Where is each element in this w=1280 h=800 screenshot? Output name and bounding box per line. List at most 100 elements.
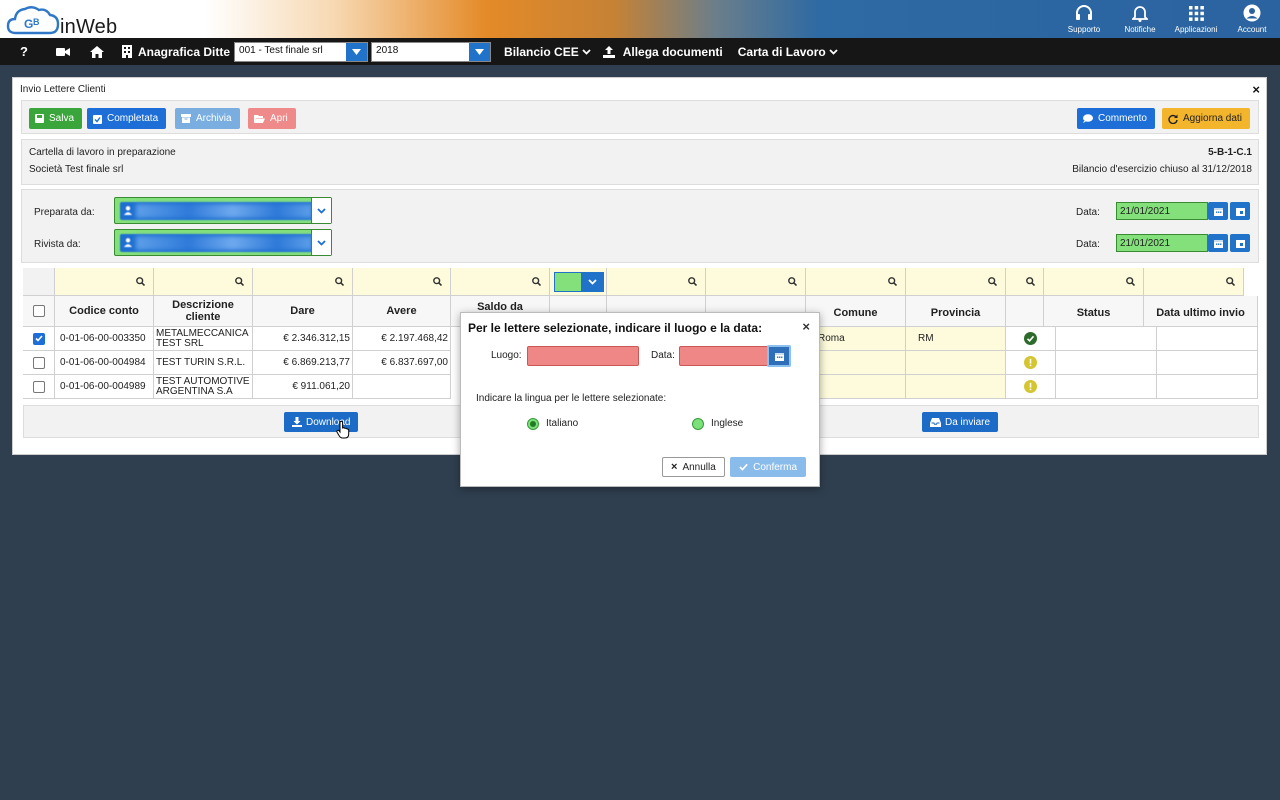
user-icon [124,206,132,215]
bilancio-menu[interactable]: Bilancio CEE [504,45,591,59]
search-icon [136,277,145,286]
header-actions: Supporto Notifiche Applicazioni Account [1056,0,1280,38]
filter-saldo[interactable] [451,268,550,296]
bilancio-label: Bilancio CEE [504,44,579,59]
app-header: G B inWeb Supporto Notifiche Applicazion… [0,0,1280,38]
apps-button[interactable]: Applicazioni [1168,0,1224,38]
radio-inglese[interactable] [692,418,704,430]
download-icon [292,417,302,427]
year-select[interactable]: 2018 [371,41,492,62]
prepared-date-input[interactable]: 21/01/2021 [1116,202,1208,220]
annulla-button[interactable]: × Annulla [662,457,725,477]
data-input[interactable] [679,346,771,366]
panel-close-icon[interactable]: × [1252,82,1260,97]
calendar-icon[interactable] [767,345,791,367]
filter-provincia[interactable] [906,268,1006,296]
calendar-today-icon[interactable] [1230,234,1250,252]
filter-cap[interactable] [706,268,806,296]
archivia-button[interactable]: Archivia [175,108,240,129]
reviewed-date-input[interactable]: 21/01/2021 [1116,234,1208,252]
warning-circle-icon [1024,356,1037,369]
filter-status[interactable] [1044,268,1144,296]
col-dare[interactable]: Dare [253,296,353,327]
filter-status-icon[interactable] [1006,268,1044,296]
video-button[interactable] [48,38,78,65]
cell-provincia [906,375,1006,399]
apri-button[interactable]: Apri [248,108,296,129]
completata-button[interactable]: Completata [87,108,167,129]
cell-dare: € 911.061,20 [253,375,353,399]
col-avere[interactable]: Avere [353,296,451,327]
col-provincia[interactable]: Provincia [906,296,1006,327]
luogo-input[interactable] [527,346,639,366]
conferma-label: Conferma [753,461,797,473]
chevron-down-icon[interactable] [346,42,368,61]
archivia-label: Archivia [196,113,232,124]
filter-descrizione[interactable] [154,268,253,296]
col-data-invio[interactable]: Data ultimo invio [1144,296,1258,327]
chevron-down-icon[interactable] [311,230,331,255]
filter-check[interactable] [550,268,607,296]
da-inviare-button[interactable]: Da inviare [922,412,999,432]
chevron-down-icon [582,48,591,55]
select-all-checkbox[interactable] [32,305,45,317]
filter-data-invio[interactable] [1144,268,1244,296]
preparata-select[interactable] [114,197,332,224]
calendar-icon[interactable] [1208,234,1228,252]
notifications-button[interactable]: Notifiche [1112,0,1168,38]
support-label: Supporto [1067,25,1101,34]
row-checkbox[interactable] [32,332,45,345]
calendar-today-icon[interactable] [1230,202,1250,220]
col-codice[interactable]: Codice conto [55,296,154,327]
annulla-label: Annulla [682,461,716,473]
chevron-down-icon[interactable] [311,198,331,223]
filter-codice[interactable] [55,268,154,296]
check-filter-select[interactable] [554,272,604,292]
search-icon [688,277,697,286]
home-button[interactable] [78,38,116,65]
svg-text:B: B [33,17,40,27]
filter-avere[interactable] [353,268,451,296]
cell-provincia: RM [906,327,1006,351]
search-icon [1126,277,1135,286]
search-icon [788,277,797,286]
col-comune[interactable]: Comune [806,296,906,327]
cell-codice: 0-01-06-00-004989 [55,375,154,399]
brand-name: inWeb [60,16,118,38]
support-button[interactable]: Supporto [1056,0,1112,38]
filter-comune[interactable] [806,268,906,296]
search-icon [235,277,244,286]
user-circle-icon [1243,3,1261,23]
check-circle-icon [1024,332,1037,345]
carta-lavoro-menu[interactable]: Carta di Lavoro [738,45,838,59]
allega-documenti-button[interactable]: Allega documenti [602,45,723,59]
radio-italiano[interactable] [527,418,539,430]
apri-label: Apri [270,113,288,124]
commento-button[interactable]: Commento [1077,108,1155,129]
filter-indirizzo[interactable] [607,268,706,296]
col-status-icon [1006,296,1044,327]
workpaper-code: 5-B-1-C.1 [1208,147,1252,158]
chevron-down-icon [829,48,838,55]
calendar-icon[interactable] [1208,202,1228,220]
chevron-down-icon[interactable] [469,42,491,61]
apps-label: Applicazioni [1174,25,1218,34]
dialog-close-icon[interactable]: × [802,319,810,334]
conferma-button[interactable]: Conferma [730,457,806,477]
user-icon [124,238,132,247]
filter-dare[interactable] [253,268,353,296]
cell-descrizione: TEST AUTOMOTIVE ARGENTINA S.A [154,375,253,399]
company-select[interactable]: 001 - Test finale srl [234,41,369,62]
aggiorna-dati-button[interactable]: Aggiorna dati [1162,108,1250,129]
row-checkbox[interactable] [32,380,45,393]
year-select-value: 2018 [376,44,399,56]
col-status[interactable]: Status [1044,296,1144,327]
row-checkbox[interactable] [32,356,45,369]
account-button[interactable]: Account [1224,0,1280,38]
cell-dare: € 6.869.213,77 [253,351,353,375]
rivista-select[interactable] [114,229,332,256]
col-descrizione[interactable]: Descrizione cliente [154,296,253,327]
salva-button[interactable]: Salva [29,108,83,129]
filter-spacer [23,268,55,296]
help-button[interactable]: ? [0,38,48,65]
